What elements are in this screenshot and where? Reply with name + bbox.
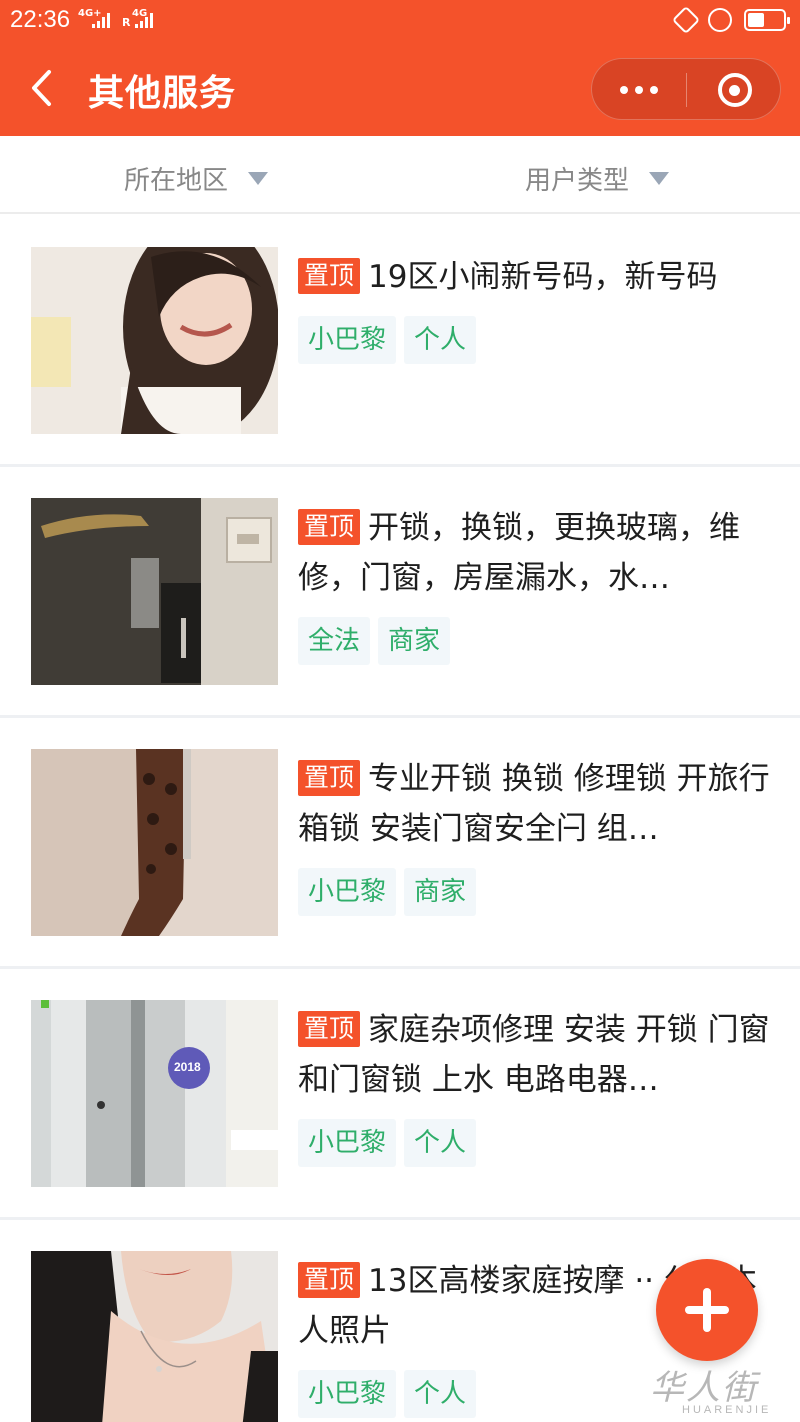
pinned-badge: 置顶 [298, 509, 361, 545]
nav-bar: 其他服务 [0, 40, 800, 136]
caret-down-icon [248, 172, 269, 185]
listing-content: 置顶 专业开锁 换锁 修理锁 开旅行箱锁 安装门窗安全闩 组… 小巴黎 商家 [298, 754, 778, 916]
chevron-left-icon [32, 70, 51, 106]
pinned-badge: 置顶 [298, 258, 361, 294]
more-button[interactable] [592, 59, 686, 121]
listing-list: 置顶 19区小闹新号码，新号码 小巴黎 个人 置顶 开锁，换锁，更换玻璃，维修，门 [0, 216, 800, 1422]
listing-thumbnail [31, 749, 278, 936]
mini-program-capsule [591, 58, 781, 120]
back-button[interactable] [22, 66, 66, 110]
sticker-year: 2018 [174, 1060, 201, 1074]
roaming-label: R [122, 16, 131, 29]
page-title: 其他服务 [88, 73, 237, 114]
close-mini-program-button[interactable] [687, 59, 782, 121]
listing-thumbnail [31, 247, 278, 434]
rotation-lock-icon [708, 8, 732, 32]
status-bar: 22:36 4G+ R 4G [0, 0, 800, 40]
user-type-tag: 商家 [378, 617, 451, 665]
listing-thumbnail [31, 1251, 278, 1422]
tag-group: 全法 商家 [298, 617, 778, 665]
listing-content: 置顶 开锁，换锁，更换玻璃，维修，门窗，房屋漏水，水… 全法 商家 [298, 503, 778, 665]
listing-thumbnail [31, 498, 278, 685]
tag-group: 小巴黎 商家 [298, 868, 778, 916]
location-tag: 小巴黎 [298, 868, 397, 916]
target-icon [717, 73, 752, 107]
watermark-latin: HUARENJIE [682, 1404, 772, 1416]
filter-bar: 所在地区 用户类型 [0, 136, 800, 214]
user-type-tag: 个人 [404, 1370, 477, 1418]
listing-content: 置顶 19区小闹新号码，新号码 小巴黎 个人 [298, 252, 778, 364]
add-post-button[interactable] [656, 1259, 758, 1361]
filter-user-type[interactable]: 用户类型 [525, 160, 670, 197]
signal-bars-2-icon [135, 12, 153, 28]
listing-title: 置顶 开锁，换锁，更换玻璃，维修，门窗，房屋漏水，水… [298, 509, 741, 596]
listing-title: 置顶 专业开锁 换锁 修理锁 开旅行箱锁 安装门窗安全闩 组… [298, 760, 770, 847]
tag-group: 小巴黎 个人 [298, 316, 778, 364]
status-time: 22:36 [10, 6, 71, 33]
listing-title: 置顶 19区小闹新号码，新号码 [298, 252, 778, 302]
list-item[interactable]: 置顶 专业开锁 换锁 修理锁 开旅行箱锁 安装门窗安全闩 组… 小巴黎 商家 [0, 718, 800, 969]
location-tag: 小巴黎 [298, 316, 397, 364]
list-item[interactable]: 置顶 19区小闹新号码，新号码 小巴黎 个人 [0, 216, 800, 467]
listing-title: 置顶 家庭杂项修理 安装 开锁 门窗和门窗锁 上水 电路电器… [298, 1011, 770, 1098]
battery-icon [744, 9, 790, 31]
pinned-badge: 置顶 [298, 1011, 361, 1047]
listing-content: 置顶 家庭杂项修理 安装 开锁 门窗和门窗锁 上水 电路电器… 小巴黎 个人 [298, 1005, 778, 1167]
user-type-tag: 商家 [404, 868, 477, 916]
pinned-badge: 置顶 [298, 1262, 361, 1298]
signal-bars-1-icon [92, 12, 110, 28]
location-tag: 小巴黎 [298, 1119, 397, 1167]
more-dots-icon [620, 86, 628, 94]
listing-thumbnail: 2018 [31, 1000, 278, 1187]
location-tag: 全法 [298, 617, 371, 665]
filter-region-label: 所在地区 [124, 166, 229, 196]
status-icons [671, 5, 790, 35]
caret-down-icon [649, 172, 670, 185]
list-item[interactable]: 置顶 开锁，换锁，更换玻璃，维修，门窗，房屋漏水，水… 全法 商家 [0, 467, 800, 718]
filter-user-type-label: 用户类型 [525, 166, 630, 196]
user-type-tag: 个人 [404, 316, 477, 364]
tag-group: 小巴黎 个人 [298, 1119, 778, 1167]
location-tag: 小巴黎 [298, 1370, 397, 1418]
watermark-script: 华人街 [650, 1368, 758, 1408]
filter-region[interactable]: 所在地区 [124, 160, 269, 197]
site-watermark: 华人街 HUARENJIE [650, 1360, 795, 1422]
list-item[interactable]: 2018 置顶 家庭杂项修理 安装 开锁 门窗和门窗锁 上水 电路电器… 小巴黎 … [0, 969, 800, 1220]
pinned-badge: 置顶 [298, 760, 361, 796]
user-type-tag: 个人 [404, 1119, 477, 1167]
vibrate-icon [671, 5, 701, 35]
